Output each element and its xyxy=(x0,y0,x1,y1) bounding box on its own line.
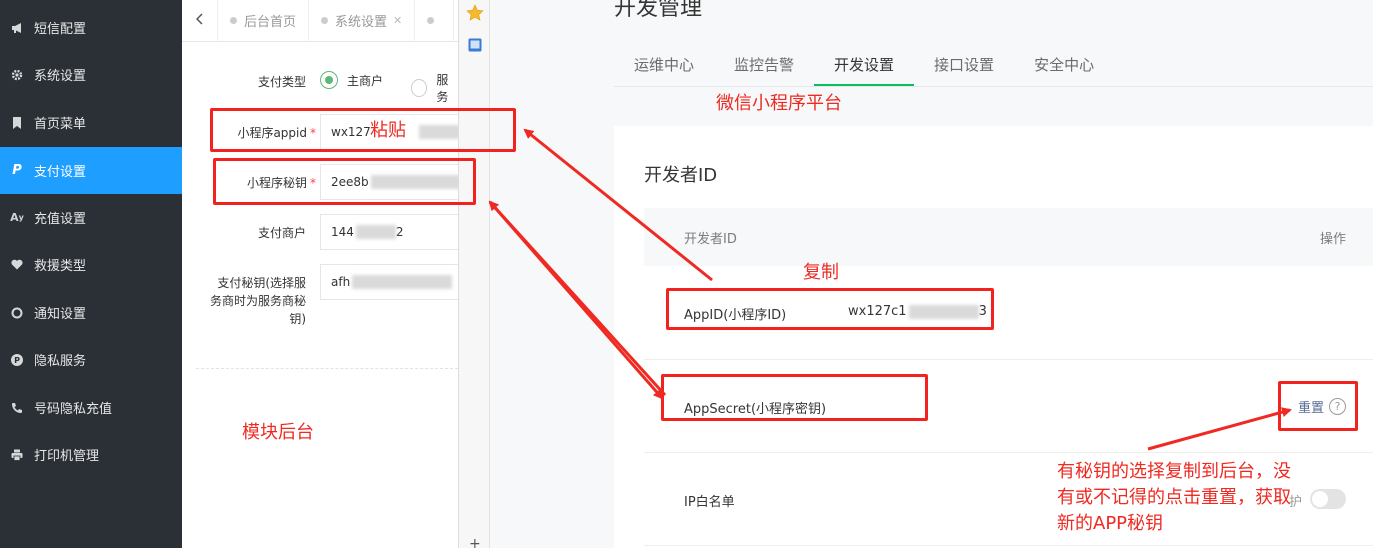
chevron-left-icon xyxy=(195,12,204,29)
printer-icon xyxy=(10,448,24,462)
tab-dashboard[interactable]: 后台首页 xyxy=(218,0,310,42)
sidebar-item-sms-config[interactable]: 短信配置 xyxy=(0,4,182,51)
add-icon[interactable]: + xyxy=(469,536,481,548)
gear-icon xyxy=(10,68,24,82)
tab-ops-center[interactable]: 运维中心 xyxy=(614,44,714,86)
star-icon[interactable] xyxy=(466,4,484,26)
tab-overflow[interactable] xyxy=(415,0,455,42)
sidebar-item-label: 系统设置 xyxy=(34,69,87,84)
sidebar-item-label: 通知设置 xyxy=(34,307,87,322)
circle-icon xyxy=(10,306,24,320)
table-header-id: 开发者ID xyxy=(684,231,737,247)
svg-text:P: P xyxy=(14,356,20,365)
radio-service-provider[interactable]: 服务 xyxy=(411,71,458,105)
annotation-paste: 粘贴 xyxy=(370,120,406,141)
card-title: 开发者ID xyxy=(644,165,718,186)
sidebar-item-recharge-settings[interactable]: Ay 充值设置 xyxy=(0,194,182,241)
sidebar-item-system-settings[interactable]: 系统设置 xyxy=(0,51,182,98)
bookmark-icon xyxy=(10,116,24,130)
annotation-platform: 微信小程序平台 xyxy=(716,93,842,114)
ip-whitelist-toggle[interactable] xyxy=(1310,489,1346,509)
radio-unchecked-icon xyxy=(411,79,428,97)
phone-icon xyxy=(10,401,24,415)
tab-back-button[interactable] xyxy=(182,0,218,42)
recharge-icon: Ay xyxy=(10,211,24,224)
tab-security-center[interactable]: 安全中心 xyxy=(1014,44,1114,86)
tablet-icon[interactable] xyxy=(467,37,483,57)
radio-label: 主商户 xyxy=(347,73,384,88)
sidebar-item-printer-management[interactable]: 打印机管理 xyxy=(0,431,182,478)
annotation-module: 模块后台 xyxy=(242,422,314,443)
annotation-box-secret xyxy=(213,158,476,205)
page-title: 开发管理 xyxy=(614,0,703,21)
module-backend-panel: 后台首页 系统设置 ✕ 支付类型 主商户 服务 小程序appid* wx127 xyxy=(182,0,458,548)
sidebar-item-label: 首页菜单 xyxy=(34,117,87,132)
merchant-label: 支付商户 xyxy=(257,226,306,240)
redacted-blur xyxy=(355,225,396,239)
sidebar-item-label: 打印机管理 xyxy=(34,449,100,464)
sidebar-item-label: 充值设置 xyxy=(34,212,87,227)
table-header: 开发者ID 操作 xyxy=(644,208,1373,266)
annotation-box-appid xyxy=(210,108,516,152)
sidebar-item-privacy-service[interactable]: P 隐私服务 xyxy=(0,336,182,383)
annotation-note: 有秘钥的选择复制到后台，没有或不记得的点击重置，获取新的APP秘钥 xyxy=(1057,461,1291,534)
sidebar-item-label: 支付设置 xyxy=(34,165,87,180)
table-header-action: 操作 xyxy=(1319,231,1346,247)
sidebar-item-notification-settings[interactable]: 通知设置 xyxy=(0,289,182,336)
tab-dot-icon xyxy=(321,17,329,24)
heart-icon xyxy=(10,258,24,272)
close-icon[interactable]: ✕ xyxy=(393,14,402,27)
redacted-blur xyxy=(352,275,453,289)
tab-label: 系统设置 xyxy=(335,15,388,30)
paykey-input[interactable]: afh xyxy=(320,264,458,300)
sidebar-item-home-menu[interactable]: 首页菜单 xyxy=(0,99,182,146)
sidebar-item-label: 隐私服务 xyxy=(34,354,87,369)
tab-bar: 后台首页 系统设置 ✕ xyxy=(182,0,458,42)
wechat-nav-tabs: 运维中心 监控告警 开发设置 接口设置 安全中心 xyxy=(614,44,1114,86)
megaphone-icon xyxy=(10,21,24,35)
parking-icon: P xyxy=(10,353,24,367)
sidebar-item-label: 短信配置 xyxy=(34,22,87,37)
radio-label: 服务 xyxy=(436,73,449,104)
tab-dot-icon xyxy=(230,17,237,24)
merchant-input-value: 144 xyxy=(331,225,354,239)
annotation-box-wx-secret xyxy=(661,374,928,421)
tab-monitoring-alerts[interactable]: 监控告警 xyxy=(714,44,814,86)
pay-type-label: 支付类型 xyxy=(257,75,306,89)
ip-whitelist-label: IP白名单 xyxy=(684,495,735,510)
tab-api-settings[interactable]: 接口设置 xyxy=(914,44,1014,86)
sidebar-item-number-privacy-recharge[interactable]: 号码隐私充值 xyxy=(0,384,182,431)
screenshot-root: 短信配置 系统设置 首页菜单 P 支付设置 Ay 充值设置 救援类型 通知设置 … xyxy=(0,0,1373,548)
tab-label: 后台首页 xyxy=(244,15,297,30)
sidebar-item-label: 救援类型 xyxy=(34,259,87,274)
paykey-input-value: afh xyxy=(331,275,351,289)
paypal-icon: P xyxy=(12,163,22,178)
tab-dev-settings[interactable]: 开发设置 xyxy=(814,44,915,86)
browser-side-toolbar: + xyxy=(458,0,490,548)
sidebar-item-rescue-type[interactable]: 救援类型 xyxy=(0,241,182,288)
radio-checked-icon xyxy=(320,71,338,89)
annotation-copy: 复制 xyxy=(803,262,839,283)
tab-dot-icon xyxy=(427,17,435,24)
merchant-input-value-tail: 2 xyxy=(395,225,404,239)
annotation-box-reset xyxy=(1278,381,1358,431)
paykey-label: 支付秘钥(选择服务商时为服务商秘钥) xyxy=(209,276,306,326)
admin-sidebar: 短信配置 系统设置 首页菜单 P 支付设置 Ay 充值设置 救援类型 通知设置 … xyxy=(0,0,182,548)
nav-divider xyxy=(614,86,1373,87)
sidebar-item-label: 号码隐私充值 xyxy=(34,402,113,417)
radio-main-merchant[interactable]: 主商户 xyxy=(320,71,383,89)
tab-system-settings[interactable]: 系统设置 ✕ xyxy=(309,0,416,42)
annotation-box-wx-appid xyxy=(666,288,994,330)
form-divider xyxy=(196,368,458,369)
sidebar-item-payment-settings[interactable]: P 支付设置 xyxy=(0,147,182,194)
merchant-input[interactable]: 144 2 xyxy=(320,214,458,250)
